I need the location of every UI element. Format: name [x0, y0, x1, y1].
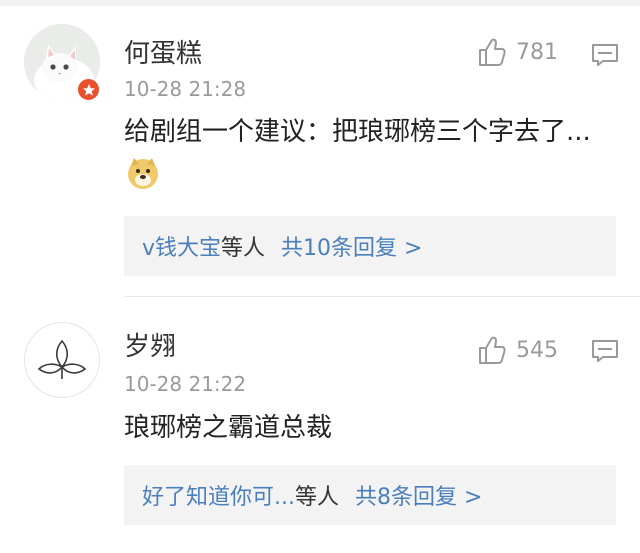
reply-total-link[interactable]: 共8条回复 >	[355, 479, 482, 511]
comment-item: 岁翙 10-28 21:22 545 琅琊榜之霸道总裁 好了知道你可... 等人…	[0, 300, 640, 553]
comment-text: 给剧组一个建议：把琅琊榜三个字去了...	[124, 117, 591, 147]
thumbs-up-icon	[479, 336, 506, 364]
like-count: 781	[516, 39, 558, 65]
comment-icon[interactable]	[590, 336, 620, 366]
thumbs-up-icon	[479, 38, 506, 66]
like-count: 545	[516, 337, 558, 363]
comment-time: 10-28 21:22	[124, 372, 247, 396]
comment-divider	[124, 296, 640, 297]
reply-total-link[interactable]: 共10条回复 >	[281, 230, 422, 262]
star-badge-icon	[76, 77, 101, 102]
username[interactable]: 岁翙	[124, 326, 176, 363]
doge-emoji-icon	[128, 157, 158, 189]
like-button[interactable]: 781	[476, 36, 558, 68]
avatar[interactable]	[24, 322, 100, 398]
comment-text: 琅琊榜之霸道总裁	[124, 413, 333, 443]
reply-summary[interactable]: 好了知道你可... 等人 共8条回复 >	[124, 465, 616, 525]
reply-others: 等人	[221, 236, 266, 261]
comment-icon[interactable]	[590, 40, 620, 70]
reply-names[interactable]: v钱大宝	[142, 230, 221, 262]
comment-content: 给剧组一个建议：把琅琊榜三个字去了...	[124, 112, 614, 192]
comment-content: 琅琊榜之霸道总裁	[124, 408, 614, 448]
comment-time: 10-28 21:28	[124, 77, 247, 101]
comment-item: 何蛋糕 10-28 21:28 781 给剧组一个建议：把琅琊榜三个字去了...…	[0, 6, 640, 296]
reply-names[interactable]: 好了知道你可...	[142, 479, 295, 511]
leaf-icon	[37, 339, 87, 379]
reply-summary[interactable]: v钱大宝 等人 共10条回复 >	[124, 216, 616, 276]
username[interactable]: 何蛋糕	[124, 33, 202, 70]
like-button[interactable]: 545	[476, 334, 558, 366]
reply-others: 等人	[294, 485, 339, 510]
